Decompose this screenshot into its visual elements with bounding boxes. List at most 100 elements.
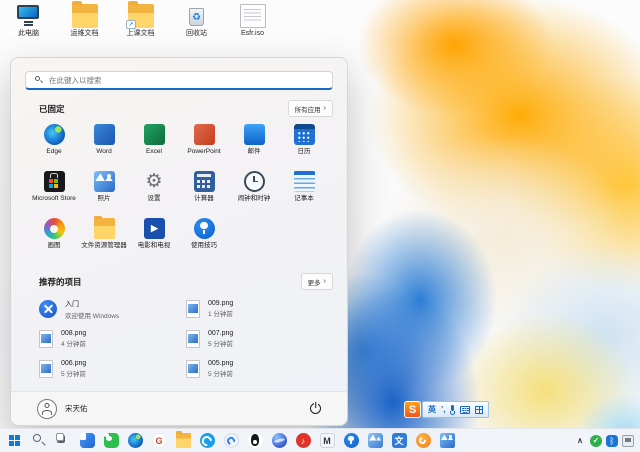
- pinned-app[interactable]: 闹钟和时钟: [229, 169, 279, 216]
- pinned-app-label: 闹钟和时钟: [238, 195, 271, 202]
- user-avatar-icon: [37, 399, 57, 419]
- recommended-item[interactable]: 006.png 5 分钟前: [39, 356, 186, 382]
- pinned-app[interactable]: 使用技巧: [179, 216, 229, 263]
- taskbar-app-button[interactable]: [293, 431, 313, 450]
- desktop-icon[interactable]: 上课文档: [118, 4, 163, 38]
- edge-icon: [128, 433, 143, 448]
- pinned-app[interactable]: 设置: [129, 169, 179, 216]
- recommended-item[interactable]: 入门 欢迎使用 Windows: [39, 296, 186, 322]
- pinned-app[interactable]: 画图: [29, 216, 79, 263]
- folder-icon: [72, 4, 98, 28]
- taskbar-app-button[interactable]: [149, 431, 169, 450]
- taskbar-app-button[interactable]: [197, 431, 217, 450]
- recommended-item[interactable]: 008.png 4 分钟前: [39, 326, 186, 352]
- ime-mode-toggle[interactable]: 英: [428, 404, 436, 415]
- photos-icon: [440, 433, 455, 448]
- powerpoint-icon: [194, 124, 215, 145]
- desktop-icon-label: 回收站: [186, 30, 207, 38]
- search-icon: [32, 433, 47, 448]
- ime-toolbox-icon[interactable]: [475, 406, 483, 414]
- this-pc-icon: [16, 4, 42, 28]
- pinned-app[interactable]: Word: [79, 122, 129, 169]
- notepad-icon: [294, 171, 315, 192]
- recommended-item[interactable]: 009.png 1 分钟前: [186, 296, 333, 322]
- pinned-app[interactable]: 文件资源管理器: [79, 216, 129, 263]
- thunder-icon: [200, 433, 215, 448]
- recommended-item[interactable]: 005.png 5 分钟前: [186, 356, 333, 382]
- taskbar-app-button[interactable]: [125, 431, 145, 450]
- recommended-item-meta: 5 分钟前: [208, 368, 233, 378]
- netease-music-icon: [296, 433, 311, 448]
- desktop-icon[interactable]: 运维文档: [62, 4, 107, 38]
- pinned-section-title: 已固定: [39, 103, 65, 115]
- taskbar-app-button[interactable]: [317, 431, 337, 450]
- pinned-app[interactable]: Excel: [129, 122, 179, 169]
- translate-app-icon: [392, 433, 407, 448]
- desktop-icon[interactable]: Esfr.iso: [230, 4, 275, 38]
- taskbar-app-button[interactable]: [437, 431, 457, 450]
- mini-photos-icon: [368, 433, 383, 448]
- start-menu-footer: 宋天佑: [11, 391, 347, 425]
- desktop-icon[interactable]: 回收站: [174, 4, 219, 38]
- security-check-icon[interactable]: [590, 435, 602, 447]
- recommended-item-name: 006.png: [61, 360, 86, 367]
- chevron-up-icon[interactable]: [574, 435, 586, 447]
- keyboard-icon[interactable]: [460, 406, 470, 414]
- taskbar-app-button[interactable]: [389, 431, 409, 450]
- taskbar-app-button[interactable]: [5, 431, 25, 450]
- taskbar-app-list: [0, 431, 457, 450]
- pinned-app[interactable]: 记事本: [279, 169, 329, 216]
- pinned-app-label: 文件资源管理器: [81, 242, 127, 249]
- ime-punctuation-toggle[interactable]: ’,: [441, 405, 445, 414]
- pinned-app[interactable]: 邮件: [229, 122, 279, 169]
- taskbar-app-button[interactable]: [101, 431, 121, 450]
- pinned-app[interactable]: 日历: [279, 122, 329, 169]
- photos-icon: [94, 171, 115, 192]
- taskbar-app-button[interactable]: [77, 431, 97, 450]
- search-box[interactable]: 在此键入以搜索: [25, 71, 333, 90]
- pinned-app[interactable]: 照片: [79, 169, 129, 216]
- taskbar-app-button[interactable]: [365, 431, 385, 450]
- taskbar-app-button[interactable]: [173, 431, 193, 450]
- edge-icon: [44, 124, 65, 145]
- taskbar-app-button[interactable]: [221, 431, 241, 450]
- bluetooth-icon[interactable]: [606, 435, 618, 447]
- pinned-app[interactable]: Edge: [29, 122, 79, 169]
- pinned-app-label: 照片: [98, 195, 111, 202]
- image-file-icon: [39, 360, 53, 378]
- taskbar-app-button[interactable]: [245, 431, 265, 450]
- pinned-app[interactable]: 计算器: [179, 169, 229, 216]
- more-button[interactable]: 更多 ›: [301, 273, 333, 290]
- windows-start-icon: [8, 433, 23, 448]
- recommended-item-meta: 欢迎使用 Windows: [65, 310, 119, 320]
- all-apps-button[interactable]: 所有应用 ›: [288, 100, 333, 117]
- taskbar-app-button[interactable]: [53, 431, 73, 450]
- taskbar-app-button[interactable]: [269, 431, 289, 450]
- excel-icon: [144, 124, 165, 145]
- taskbar-app-button[interactable]: [413, 431, 433, 450]
- safely-remove-icon[interactable]: [622, 435, 634, 447]
- ms-store-icon: [44, 171, 65, 192]
- clock-icon: [244, 171, 265, 192]
- recommended-item[interactable]: 007.png 5 分钟前: [186, 326, 333, 352]
- word-icon: [94, 124, 115, 145]
- pinned-app[interactable]: 电影和电视: [129, 216, 179, 263]
- pinned-app-label: 电影和电视: [138, 242, 171, 249]
- pinned-app-label: Microsoft Store: [32, 195, 76, 202]
- recommended-item-name: 007.png: [208, 330, 233, 337]
- recommended-item-name: 009.png: [208, 300, 233, 307]
- desktop-icon[interactable]: 此电脑: [6, 4, 51, 38]
- pinned-app-label: 使用技巧: [191, 242, 217, 249]
- recommended-item-meta: 4 分钟前: [61, 338, 86, 348]
- taskbar-app-button[interactable]: [341, 431, 361, 450]
- pinned-app[interactable]: PowerPoint: [179, 122, 229, 169]
- pinned-app[interactable]: Microsoft Store: [29, 169, 79, 216]
- taskbar-app-button[interactable]: [29, 431, 49, 450]
- sogou-logo-icon[interactable]: S: [404, 401, 421, 418]
- mail-icon: [244, 124, 265, 145]
- search-placeholder: 在此键入以搜索: [49, 75, 102, 86]
- red-g-app-icon: [152, 433, 167, 448]
- power-button-icon[interactable]: [310, 403, 321, 414]
- microphone-icon[interactable]: [450, 405, 455, 415]
- user-profile-button[interactable]: 宋天佑: [37, 399, 88, 419]
